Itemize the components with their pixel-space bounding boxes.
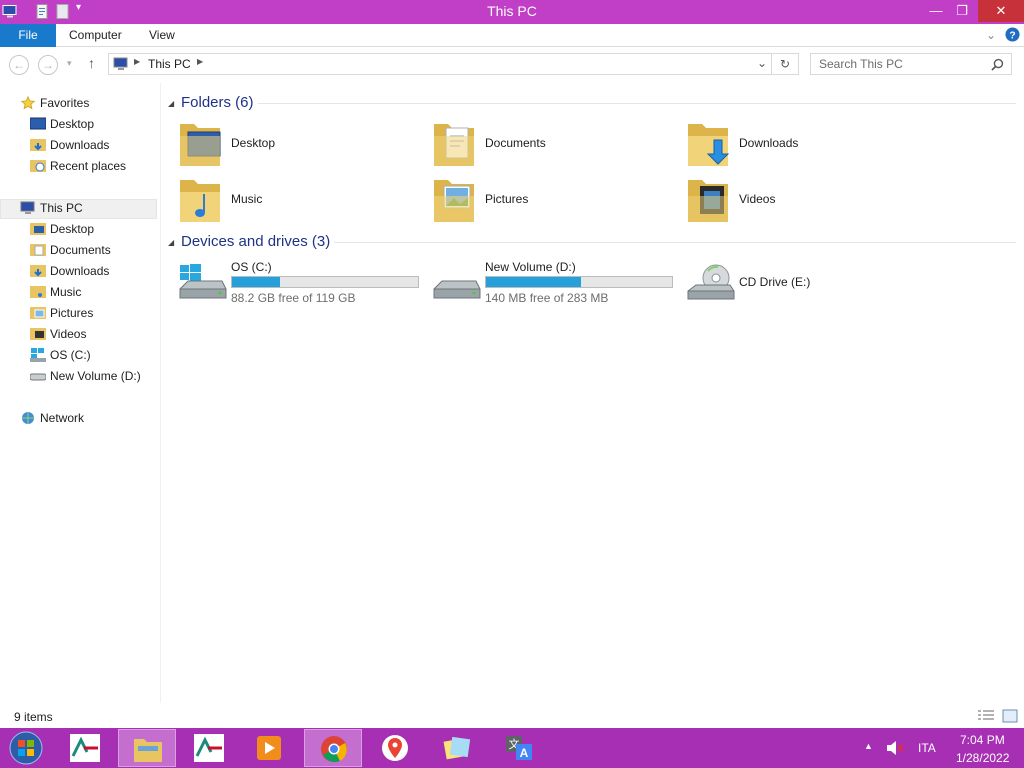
- taskbar-item-sticky-notes[interactable]: [428, 729, 486, 767]
- breadcrumb-chevron-icon[interactable]: ▶: [197, 57, 203, 66]
- taskbar-item-translate[interactable]: 文A: [490, 729, 548, 767]
- item-count: 9 items: [14, 710, 53, 724]
- pictures-folder-icon: [434, 180, 474, 222]
- svg-text:?: ?: [1009, 30, 1015, 41]
- folder-tile-pictures[interactable]: Pictures: [422, 172, 672, 226]
- forward-button[interactable]: →: [38, 55, 58, 75]
- documents-folder-icon: [434, 124, 474, 166]
- search-input[interactable]: Search This PC: [810, 53, 1012, 75]
- drive-tile-new-volume-d[interactable]: New Volume (D:) 140 MB free of 283 MB: [422, 257, 673, 311]
- group-divider: [258, 103, 1016, 104]
- status-bar: 9 items: [0, 706, 1024, 728]
- drive-tile-cd-e[interactable]: CD Drive (E:): [676, 257, 926, 311]
- documents-folder-icon: [30, 244, 46, 256]
- videos-folder-icon: [30, 328, 46, 340]
- taskbar-item-file-explorer[interactable]: [118, 729, 176, 767]
- collapse-arrow-icon[interactable]: ◢: [168, 99, 174, 108]
- clock-time[interactable]: 7:04 PM: [960, 733, 1005, 747]
- downloads-folder-icon: [30, 265, 46, 277]
- up-arrow-icon[interactable]: ↑: [88, 55, 95, 71]
- taskbar-item-maps[interactable]: [366, 729, 424, 767]
- folder-tile-desktop[interactable]: Desktop: [168, 116, 418, 170]
- back-button[interactable]: ←: [9, 55, 29, 75]
- title-bar: ▾ This PC — ❐ ✕: [0, 0, 1024, 24]
- breadcrumb-chevron-icon[interactable]: ▶: [134, 57, 140, 66]
- navigation-pane: Favorites Desktop Downloads Recent place…: [0, 83, 158, 703]
- star-icon: [20, 96, 36, 110]
- address-dropdown-icon[interactable]: ⌄: [757, 56, 767, 70]
- group-divider: [334, 242, 1016, 243]
- recent-locations-icon[interactable]: ▾: [67, 58, 72, 69]
- drive-icon: [433, 280, 481, 299]
- drive-tile-os-c[interactable]: OS (C:) 88.2 GB free of 119 GB: [168, 257, 419, 311]
- music-folder-icon: [180, 180, 220, 222]
- details-view-icon[interactable]: [978, 710, 994, 722]
- videos-folder-icon: [688, 180, 728, 222]
- address-row: ← → ▾ ↑ ▶ This PC ▶ ⌄ ↻ Search This PC: [0, 47, 1024, 83]
- video-player-icon: [257, 736, 281, 760]
- refresh-button[interactable]: ↻: [772, 53, 799, 75]
- collapse-arrow-icon[interactable]: ◢: [168, 238, 174, 247]
- taskbar-item-credit-agricole[interactable]: [56, 729, 114, 767]
- credit-agricole-icon: [194, 734, 224, 762]
- downloads-folder-icon: [688, 124, 730, 166]
- desktop-folder-icon: [180, 124, 221, 166]
- drive-usage-bar: [485, 276, 673, 288]
- computer-icon: [20, 201, 35, 214]
- cd-drive-icon: [687, 264, 735, 300]
- expand-ribbon-icon[interactable]: ⌄: [986, 28, 996, 42]
- volume-muted-icon[interactable]: [886, 740, 904, 756]
- tab-computer[interactable]: Computer: [69, 24, 122, 47]
- taskbar-item-video-player[interactable]: [240, 729, 298, 767]
- file-explorer-icon: [134, 739, 162, 762]
- windows-drive-icon: [30, 348, 46, 362]
- taskbar-item-chrome[interactable]: [304, 729, 362, 767]
- large-icons-view-icon[interactable]: [1002, 709, 1018, 723]
- drive-icon: [30, 373, 46, 381]
- breadcrumb-this-pc[interactable]: This PC: [148, 57, 191, 71]
- pane-divider[interactable]: [160, 83, 161, 703]
- clock-date[interactable]: 1/28/2022: [956, 751, 1009, 765]
- network-icon: [22, 412, 34, 424]
- window-title: This PC: [487, 3, 537, 19]
- svg-text:A: A: [520, 746, 529, 760]
- translate-icon: 文A: [506, 736, 532, 760]
- minimize-button[interactable]: —: [922, 0, 950, 22]
- input-language[interactable]: ITA: [918, 741, 936, 755]
- recent-places-icon: [30, 160, 46, 172]
- drive-usage-fill: [486, 277, 581, 287]
- restore-button[interactable]: ❐: [948, 0, 976, 22]
- tab-view[interactable]: View: [149, 24, 175, 47]
- folder-tile-videos[interactable]: Videos: [676, 172, 926, 226]
- desktop-icon: [30, 117, 46, 130]
- taskbar: 文A ▲ ITA 7:04 PM 1/28/2022: [0, 728, 1024, 768]
- music-folder-icon: [30, 286, 46, 298]
- chrome-icon: [321, 736, 347, 763]
- credit-agricole-icon: [70, 734, 100, 762]
- close-button[interactable]: ✕: [978, 0, 1024, 22]
- show-hidden-icons-icon[interactable]: ▲: [864, 741, 873, 751]
- downloads-folder-icon: [30, 139, 46, 151]
- folder-tile-downloads[interactable]: Downloads: [676, 116, 926, 170]
- drive-usage-bar: [231, 276, 419, 288]
- address-bar[interactable]: ▶ This PC ▶ ⌄: [108, 53, 772, 75]
- maps-pin-icon: [382, 735, 408, 761]
- ribbon: File Computer View ⌄ ?: [0, 24, 1024, 47]
- windows-drive-icon: [179, 264, 227, 299]
- help-icon[interactable]: ?: [1005, 27, 1020, 42]
- start-button-icon[interactable]: [8, 730, 44, 766]
- folder-tile-music[interactable]: Music: [168, 172, 418, 226]
- desktop-folder-icon: [30, 223, 46, 235]
- drive-usage-fill: [232, 277, 280, 287]
- taskbar-item-credit-agricole-2[interactable]: [180, 729, 238, 767]
- folder-tile-documents[interactable]: Documents: [422, 116, 672, 170]
- tab-file[interactable]: File: [0, 24, 56, 47]
- computer-icon: [113, 57, 128, 70]
- search-placeholder: Search This PC: [819, 57, 903, 71]
- pictures-folder-icon: [30, 307, 46, 319]
- sticky-notes-icon: [443, 736, 471, 760]
- search-icon: [991, 58, 1004, 71]
